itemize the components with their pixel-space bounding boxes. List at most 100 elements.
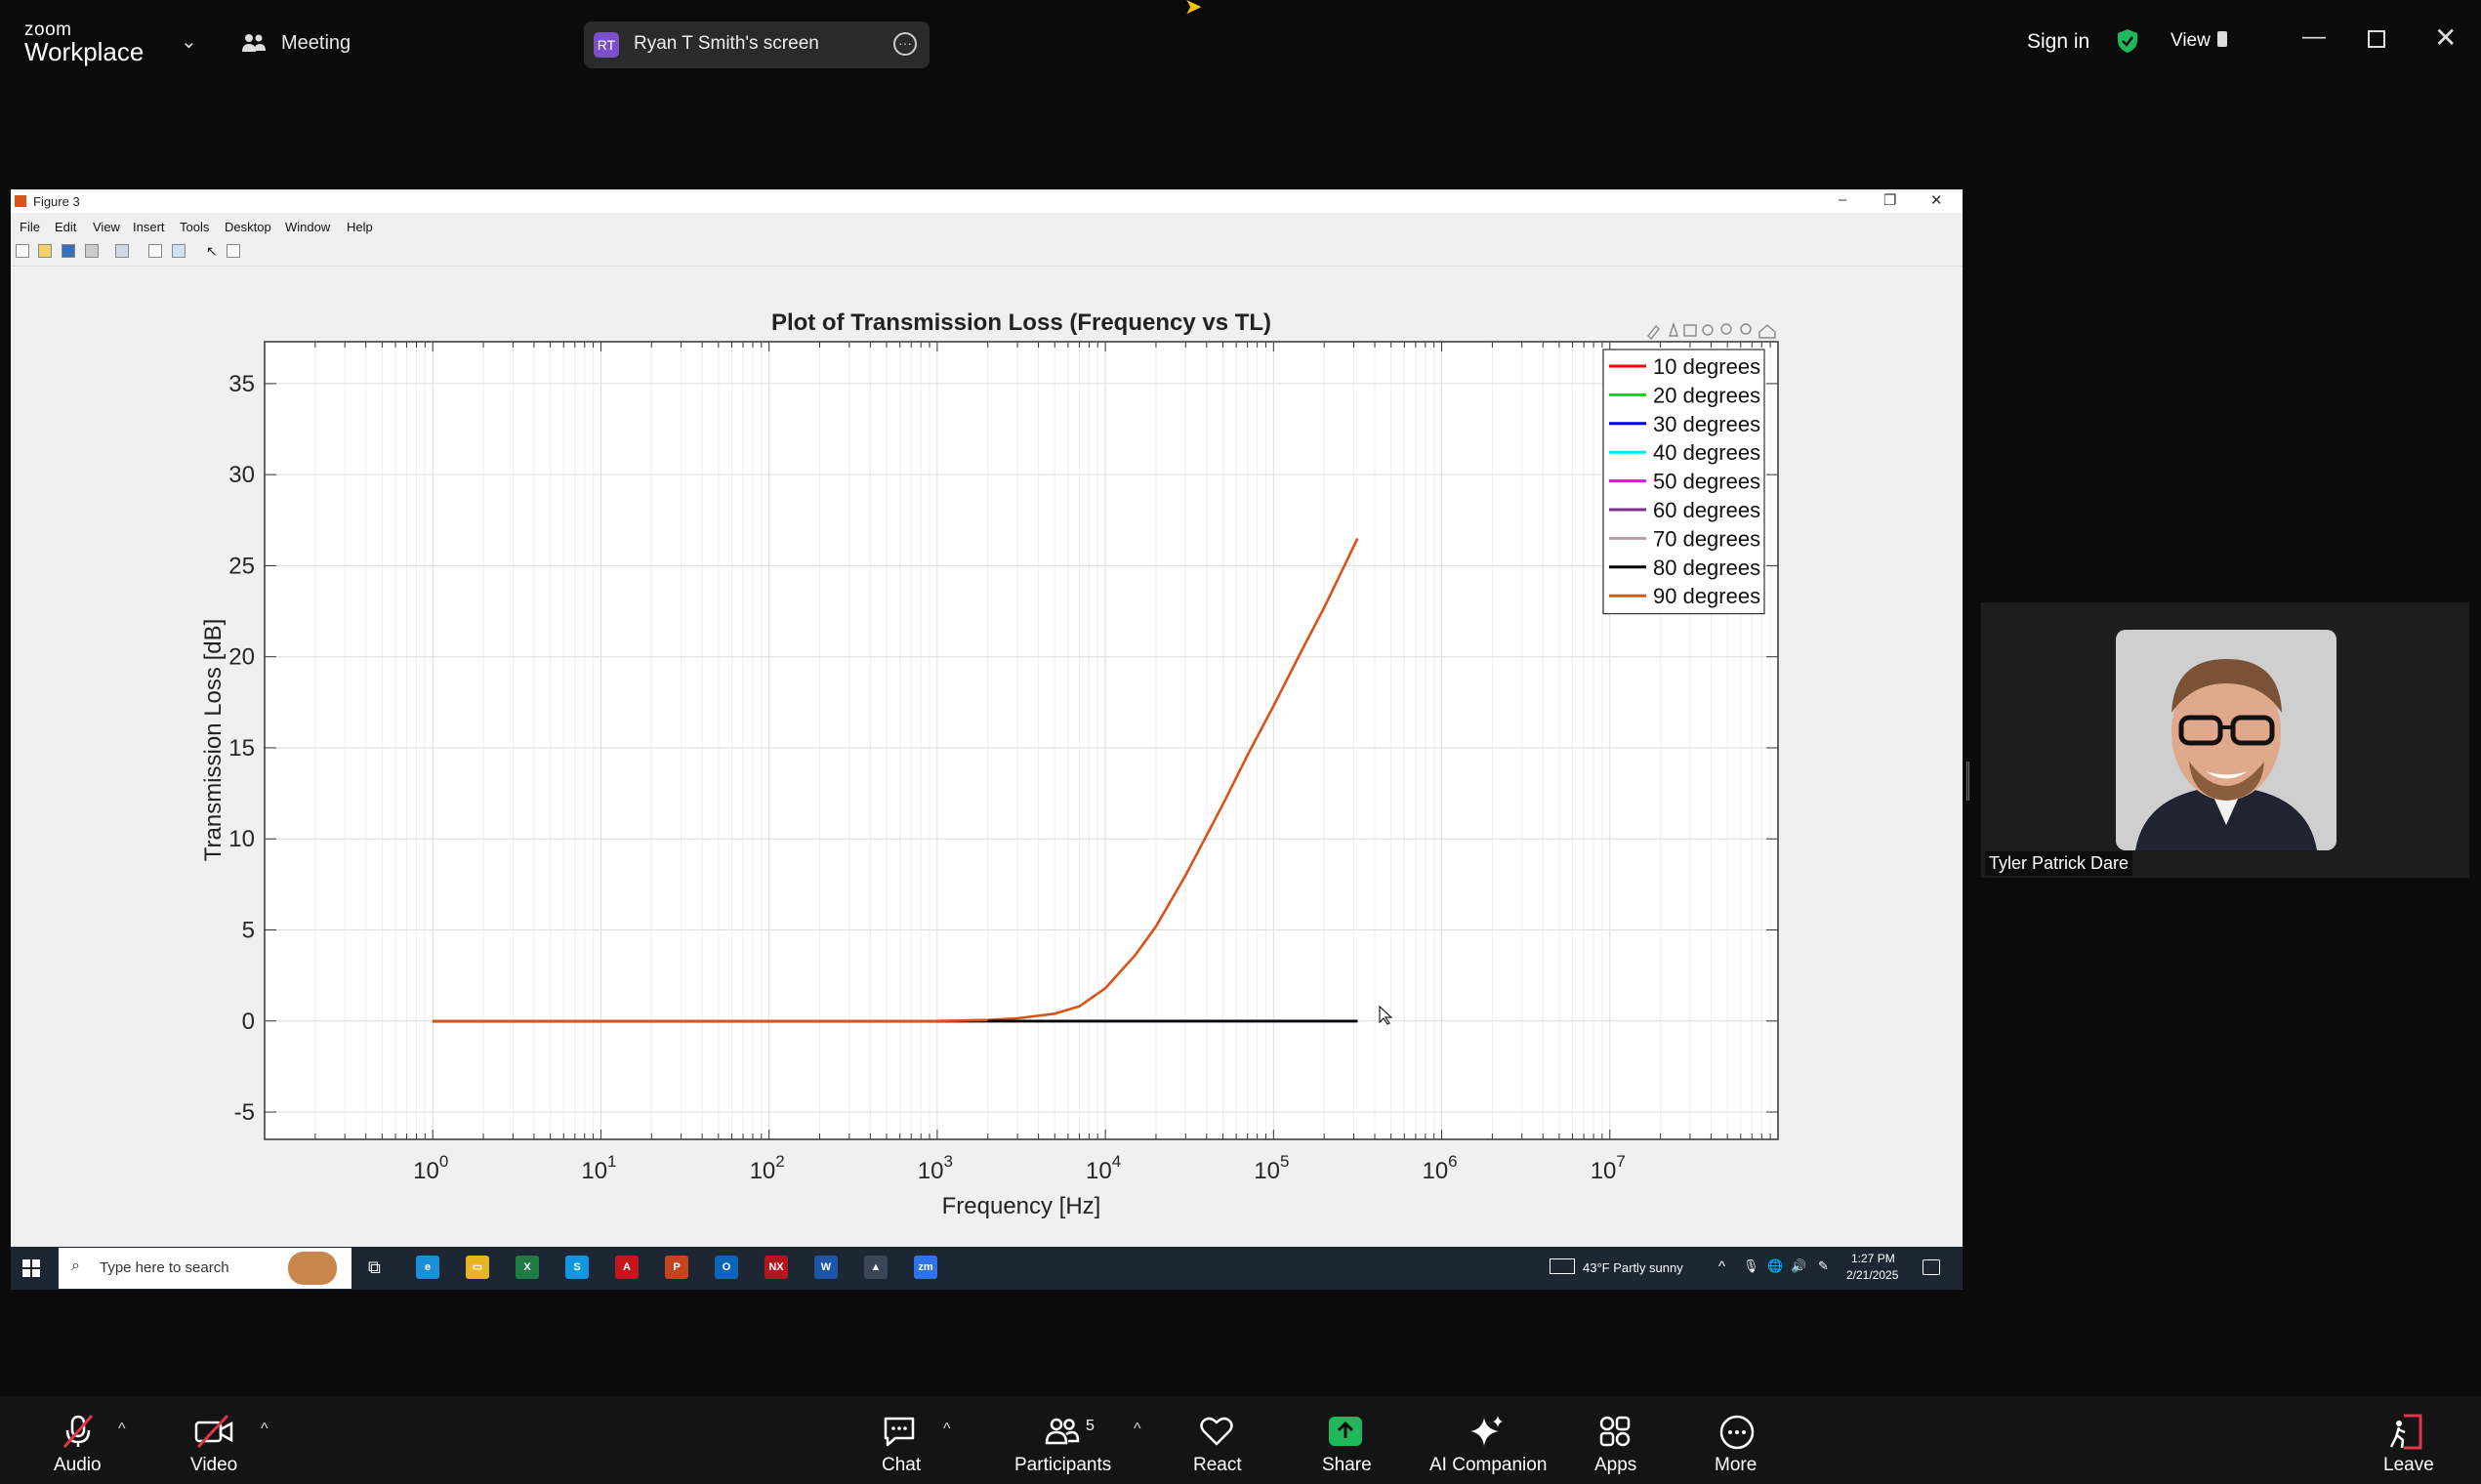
chevron-down-icon[interactable]: ⌄ [181, 29, 197, 54]
menu-tools[interactable]: Tools [180, 220, 209, 234]
participants-icon[interactable] [1045, 1414, 1080, 1449]
hide-plot-tools-icon[interactable] [148, 244, 162, 258]
series-line-90-degrees-overlay [433, 1018, 988, 1023]
close-icon[interactable]: ✕ [2434, 21, 2457, 54]
meeting-icon [242, 34, 266, 52]
more-options-icon[interactable]: ··· [893, 32, 917, 56]
open-file-icon[interactable] [38, 244, 52, 258]
chart-legend[interactable]: 10 degrees 20 degrees 30 degrees 40 degrees… [1602, 349, 1765, 615]
taskbar-app-explorer-icon[interactable]: ▭ [466, 1256, 489, 1279]
share-screen-icon[interactable] [1328, 1414, 1363, 1449]
taskbar-app-zoom-icon[interactable]: zm [914, 1256, 937, 1279]
clock-time[interactable]: 1:27 PM [1851, 1252, 1895, 1265]
figure-minimize-icon[interactable]: – [1839, 191, 1846, 208]
taskbar-search-placeholder[interactable]: Type here to search [100, 1259, 229, 1276]
sign-in-link[interactable]: Sign in [2027, 30, 2089, 54]
chart-title: Plot of Transmission Loss (Frequency vs … [771, 309, 1271, 336]
search-highlight-image [288, 1252, 337, 1285]
notifications-icon[interactable] [1923, 1259, 1940, 1275]
zoom-logo-workplace: Workplace [24, 37, 145, 66]
chat-icon[interactable] [882, 1414, 917, 1449]
ai-companion-sparkle-icon[interactable] [1469, 1414, 1505, 1449]
pointer-icon[interactable]: ↖ [206, 243, 218, 260]
apps-icon[interactable] [1597, 1414, 1633, 1449]
menu-help[interactable]: Help [347, 220, 373, 234]
y-tick-label: 20 [228, 644, 255, 671]
chat-button[interactable]: Chat [882, 1455, 921, 1476]
taskbar-app-outlook-icon[interactable]: O [715, 1256, 738, 1279]
participant-name: Tyler Patrick Dare [1985, 851, 2133, 876]
video-muted-icon[interactable] [194, 1414, 233, 1449]
audio-button[interactable]: Audio [54, 1455, 102, 1476]
clock-date[interactable]: 2/21/2025 [1846, 1268, 1898, 1282]
participants-options-caret-icon[interactable]: ^ [1134, 1421, 1141, 1438]
share-button[interactable]: Share [1322, 1455, 1372, 1476]
taskbar-app-nx-icon[interactable]: NX [765, 1256, 788, 1279]
task-view-icon[interactable]: ⧉ [368, 1257, 381, 1278]
maximize-icon[interactable] [2368, 30, 2385, 48]
taskbar-app-word-icon[interactable]: W [814, 1256, 838, 1279]
participants-button[interactable]: Participants [1014, 1455, 1111, 1476]
taskbar-app-skype-icon[interactable]: S [565, 1256, 589, 1279]
taskbar-app-powerpoint-icon[interactable]: P [665, 1256, 688, 1279]
view-layout-icon[interactable] [2217, 31, 2227, 47]
ai-companion-button[interactable]: AI Companion [1429, 1455, 1547, 1476]
more-button[interactable]: More [1715, 1455, 1757, 1476]
plot-area [264, 341, 1779, 1140]
tray-chevron-icon[interactable]: ^ [1718, 1258, 1725, 1275]
network-icon[interactable]: 🌐 [1767, 1258, 1783, 1274]
figure-restore-icon[interactable]: ❐ [1883, 191, 1896, 209]
shield-check-icon[interactable] [2116, 28, 2139, 54]
video-button[interactable]: Video [190, 1455, 237, 1476]
menu-file[interactable]: File [20, 220, 40, 234]
react-heart-icon[interactable] [1199, 1414, 1234, 1449]
leave-button[interactable]: Leave [2383, 1455, 2434, 1476]
print-icon[interactable] [85, 244, 99, 258]
legend-entry: 50 degrees [1653, 470, 1760, 494]
menu-view[interactable]: View [93, 220, 120, 234]
volume-icon[interactable]: 🔊 [1791, 1258, 1806, 1274]
new-figure-icon[interactable] [16, 244, 29, 258]
taskbar-app-excel-icon[interactable]: X [516, 1256, 539, 1279]
minimize-icon[interactable]: — [2302, 23, 2326, 51]
video-options-caret-icon[interactable]: ^ [261, 1421, 269, 1438]
menu-desktop[interactable]: Desktop [225, 220, 271, 234]
taskbar-app-matlab-icon[interactable]: ▲ [864, 1256, 888, 1279]
audio-options-caret-icon[interactable]: ^ [118, 1421, 126, 1438]
more-icon[interactable] [1718, 1414, 1756, 1451]
legend-entry: 80 degrees [1653, 556, 1760, 580]
legend-entry: 40 degrees [1653, 440, 1760, 465]
y-tick-label: -5 [234, 1099, 255, 1126]
legend-entry: 10 degrees [1653, 354, 1760, 379]
apps-button[interactable]: Apps [1594, 1455, 1636, 1476]
legend-entry: 30 degrees [1653, 412, 1760, 436]
leave-door-icon[interactable] [2388, 1414, 2423, 1451]
zoom-title-bar [0, 0, 2481, 76]
microphone-tray-icon[interactable]: 🎙 [1743, 1258, 1759, 1274]
pen-icon[interactable]: ✎ [1818, 1258, 1829, 1274]
taskbar-app-edge-icon[interactable]: e [416, 1256, 439, 1279]
view-menu[interactable]: View [2171, 30, 2211, 52]
react-button[interactable]: React [1193, 1455, 1242, 1476]
figure-close-icon[interactable]: ✕ [1930, 191, 1943, 209]
y-axis-label: Transmission Loss [dB] [200, 619, 227, 862]
panel-resize-handle[interactable] [1966, 762, 1977, 801]
link-plot-icon[interactable] [115, 244, 129, 258]
menu-window[interactable]: Window [285, 220, 330, 234]
weather-icon [1550, 1258, 1575, 1274]
menu-edit[interactable]: Edit [55, 220, 76, 234]
menu-insert[interactable]: Insert [133, 220, 165, 234]
weather-text[interactable]: 43°F Partly sunny [1583, 1260, 1683, 1275]
property-inspector-icon[interactable] [227, 244, 240, 258]
transmission-loss-chart: Plot of Transmission Loss (Frequency vs … [11, 268, 1963, 1247]
matlab-logo-icon [15, 195, 26, 207]
figure-title: Figure 3 [33, 194, 80, 209]
meeting-menu[interactable]: Meeting [281, 32, 351, 55]
microphone-muted-icon[interactable] [61, 1414, 96, 1449]
taskbar-app-acrobat-icon[interactable]: A [615, 1256, 639, 1279]
chat-options-caret-icon[interactable]: ^ [943, 1421, 951, 1438]
show-plot-tools-icon[interactable] [172, 244, 186, 258]
remote-cursor-icon: ➤ [1184, 0, 1203, 19]
save-icon[interactable] [62, 244, 75, 258]
windows-start-icon[interactable] [22, 1259, 40, 1277]
